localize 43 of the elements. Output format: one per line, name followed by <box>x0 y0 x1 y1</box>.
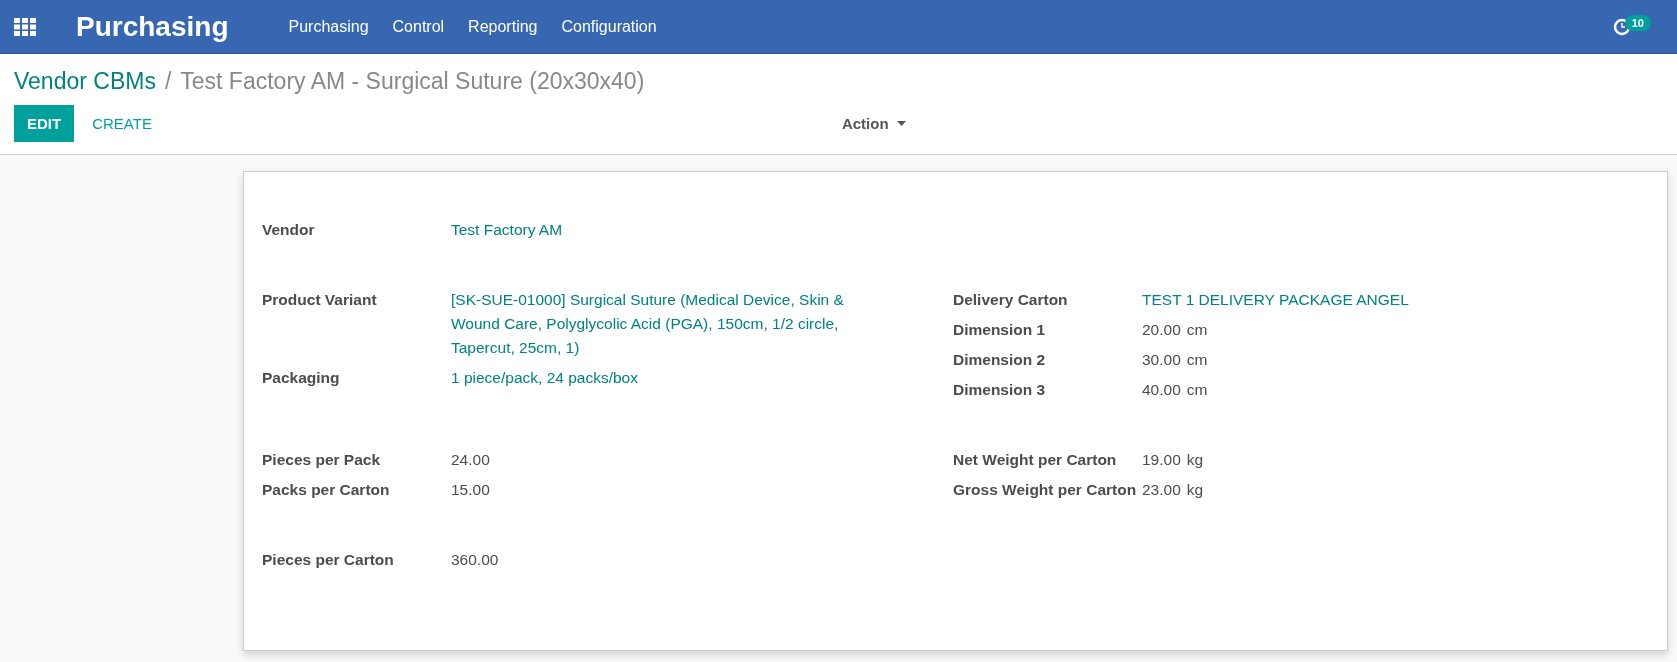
menu-item[interactable]: Configuration <box>549 17 669 36</box>
breadcrumb-separator: / <box>164 68 172 95</box>
unit-label: cm <box>1186 320 1208 340</box>
unit-label: kg <box>1186 480 1204 500</box>
field-label: Dimension 2 <box>953 350 1047 370</box>
action-dropdown[interactable]: Action <box>835 114 912 133</box>
field-value: 19.00 <box>1142 450 1181 470</box>
field-label: Pieces per Carton <box>262 550 395 570</box>
field-label: Dimension 3 <box>953 380 1047 400</box>
field-value: 23.00 <box>1142 480 1181 500</box>
field-label: Packs per Carton <box>262 480 391 500</box>
field-value: 40.00 <box>1142 380 1181 400</box>
field-link[interactable]: [SK-SUE-01000] Surgical Suture (Medical Device, Skin & Wound Care, Polyglycolic Acid (PGA), 150cm, 1/2 circle, Tapercut, 25cm, 1) <box>451 288 891 360</box>
field-label: Packaging <box>262 368 341 388</box>
field-label: Delivery Carton <box>953 290 1069 310</box>
edit-button[interactable]: EDIT <box>14 105 75 142</box>
breadcrumb-current: Test Factory AM - Surgical Suture (20x30x40) <box>180 68 645 95</box>
field-label: Product Variant <box>262 290 378 310</box>
unit-label: kg <box>1186 450 1204 470</box>
field-value: 15.00 <box>451 480 490 500</box>
caret-icon <box>896 121 906 126</box>
field-label: Vendor <box>262 220 316 240</box>
unit-label: cm <box>1186 380 1208 400</box>
field-label: Pieces per Pack <box>262 450 382 470</box>
field-link[interactable]: Test Factory AM <box>451 218 563 242</box>
breadcrumb-link[interactable]: Vendor CBMs <box>14 68 156 95</box>
field-label: Net Weight per Carton <box>953 450 1118 470</box>
app-title: Purchasing <box>76 10 229 43</box>
field-label: Gross Weight per Carton <box>953 480 1138 500</box>
menu-item[interactable]: Reporting <box>456 17 550 36</box>
field-link[interactable]: TEST 1 DELIVERY PACKAGE ANGEL <box>1142 288 1409 312</box>
menu-item[interactable]: Control <box>380 17 457 36</box>
field-value: 30.00 <box>1142 350 1181 370</box>
field-label: Dimension 1 <box>953 320 1047 340</box>
field-value: 24.00 <box>451 450 490 470</box>
field-value: 360.00 <box>451 550 499 570</box>
field-value: 20.00 <box>1142 320 1181 340</box>
create-button[interactable]: CREATE <box>74 115 170 132</box>
unit-label: cm <box>1186 350 1208 370</box>
apps-grid-icon[interactable] <box>14 17 36 36</box>
field-link[interactable]: 1 piece/pack, 24 packs/box <box>451 366 638 390</box>
menu-item[interactable]: Purchasing <box>276 17 381 36</box>
activity-count-badge: 10 <box>1624 14 1651 31</box>
